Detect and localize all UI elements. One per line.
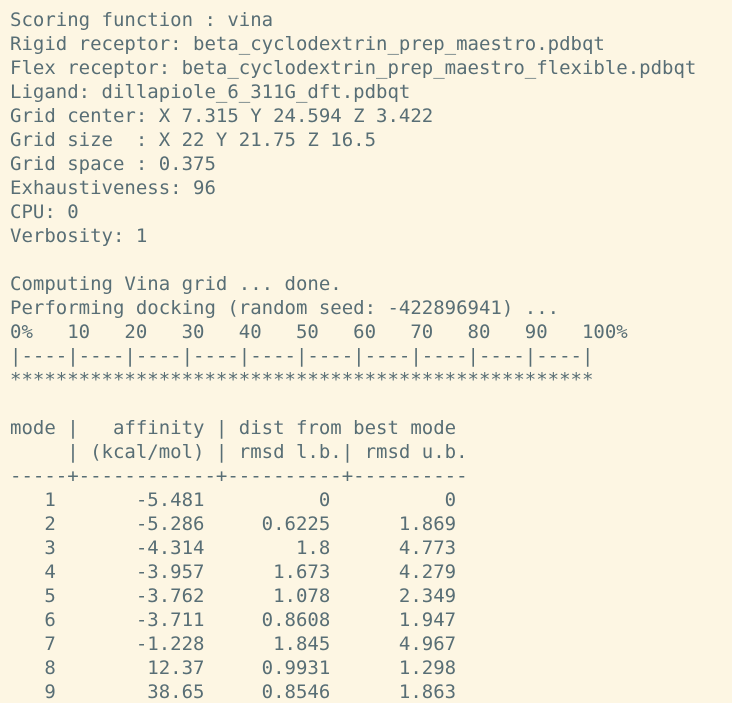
table-row: 9 38.65 0.8546 1.863 <box>10 681 457 703</box>
table-separator: -----+------------+----------+---------- <box>10 465 468 487</box>
progress-scale-line: 0% 10 20 30 40 50 60 70 80 90 100% <box>10 321 628 343</box>
table-header-row-1: mode | affinity | dist from best mode <box>10 417 457 439</box>
progress-bar-line: ****************************************… <box>10 369 594 391</box>
table-row: 5 -3.762 1.078 2.349 <box>10 585 457 607</box>
exhaustiveness-line: Exhaustiveness: 96 <box>10 177 216 199</box>
table-row: 6 -3.711 0.8608 1.947 <box>10 609 457 631</box>
table-header-row-2: | (kcal/mol) | rmsd l.b.| rmsd u.b. <box>10 441 468 463</box>
scoring-function-line: Scoring function : vina <box>10 9 274 31</box>
docking-status-line: Performing docking (random seed: -422896… <box>10 297 560 319</box>
grid-center-line: Grid center: X 7.315 Y 24.594 Z 3.422 <box>10 105 434 127</box>
cpu-line: CPU: 0 <box>10 201 79 223</box>
flex-receptor-line: Flex receptor: beta_cyclodextrin_prep_ma… <box>10 57 697 79</box>
table-row: 7 -1.228 1.845 4.967 <box>10 633 457 655</box>
grid-space-line: Grid space : 0.375 <box>10 153 216 175</box>
table-row: 2 -5.286 0.6225 1.869 <box>10 513 457 535</box>
grid-size-line: Grid size : X 22 Y 21.75 Z 16.5 <box>10 129 377 151</box>
table-row: 8 12.37 0.9931 1.298 <box>10 657 457 679</box>
grid-status-line: Computing Vina grid ... done. <box>10 273 342 295</box>
table-row: 3 -4.314 1.8 4.773 <box>10 537 457 559</box>
progress-ticks-line: |----|----|----|----|----|----|----|----… <box>10 345 594 367</box>
ligand-line: Ligand: dillapiole_6_311G_dft.pdbqt <box>10 81 411 103</box>
terminal-output[interactable]: Scoring function : vina Rigid receptor: … <box>0 0 732 703</box>
table-row: 1 -5.481 0 0 <box>10 489 457 511</box>
table-row: 4 -3.957 1.673 4.279 <box>10 561 457 583</box>
verbosity-line: Verbosity: 1 <box>10 225 148 247</box>
rigid-receptor-line: Rigid receptor: beta_cyclodextrin_prep_m… <box>10 33 605 55</box>
